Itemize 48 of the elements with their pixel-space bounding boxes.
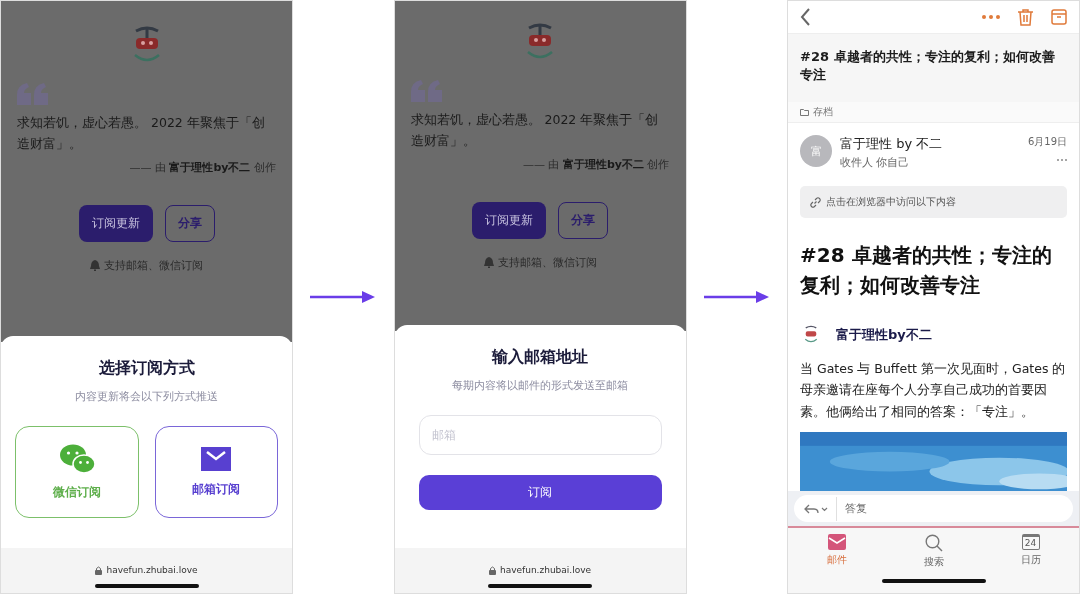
back-icon[interactable] bbox=[800, 8, 811, 26]
sender-name: 富于理性 by 不二 bbox=[840, 135, 944, 153]
quote-text: 求知若饥，虚心若愚。 2022 年聚焦于「创造财富」。 bbox=[410, 111, 660, 150]
bell-icon bbox=[483, 257, 494, 269]
quote-text: 求知若饥，虚心若愚。 2022 年聚焦于「创造财富」。 bbox=[17, 114, 266, 153]
browser-link[interactable]: 点击在浏览器中访问以下内容 bbox=[800, 186, 1067, 218]
calendar-tab[interactable]: 24 日历 bbox=[1010, 534, 1051, 569]
email-option[interactable]: 邮箱订阅 bbox=[154, 426, 278, 518]
sheet-title: 输入邮箱地址 bbox=[490, 347, 589, 368]
url-text[interactable]: havefun.zhubai.love bbox=[499, 565, 592, 575]
folder-icon bbox=[800, 108, 809, 116]
article-heading: #28 卓越者的共性；专注的复利；如何改善专注 bbox=[799, 242, 1053, 299]
search-icon bbox=[924, 534, 943, 552]
author-name: 富于理性by不二 bbox=[836, 326, 932, 344]
folder-label[interactable]: 存档 bbox=[813, 105, 833, 119]
envelope-icon bbox=[201, 446, 232, 471]
subscribe-button[interactable]: 订阅更新 bbox=[472, 202, 546, 240]
trash-icon[interactable] bbox=[1018, 8, 1033, 26]
link-icon bbox=[810, 196, 821, 208]
arrow-icon bbox=[310, 290, 377, 304]
reply-field[interactable]: 答复 bbox=[794, 495, 1073, 522]
email-date: 6月19日 bbox=[1027, 135, 1067, 149]
bell-icon bbox=[90, 260, 100, 272]
avatar: 富 bbox=[800, 135, 832, 167]
envelope-icon bbox=[827, 534, 846, 550]
lock-icon bbox=[488, 565, 496, 575]
subscribe-button[interactable]: 订阅 bbox=[418, 475, 662, 510]
chat-bubbles-icon bbox=[58, 443, 95, 474]
email-field[interactable]: 邮箱 bbox=[418, 415, 662, 455]
calendar-icon: 24 bbox=[1021, 534, 1040, 550]
quote-icon bbox=[17, 83, 49, 105]
archive-icon[interactable] bbox=[1051, 9, 1067, 25]
subscribe-button[interactable]: 订阅更新 bbox=[78, 205, 153, 243]
url-text[interactable]: havefun.zhubai.love bbox=[106, 565, 198, 575]
recipient-text: 收件人 你自己 bbox=[840, 155, 911, 170]
article-text: 当 Gates 与 Buffett 第一次见面时，Gates 的母亲邀请在座每个人分享自己成功的首要因素。他俩给出了相同的答案：「专注」。 bbox=[799, 360, 1067, 421]
support-note: 支持邮箱、微信订阅 bbox=[497, 255, 597, 271]
sheet-title: 选择订阅方式 bbox=[97, 358, 196, 379]
arrow-icon bbox=[703, 290, 770, 304]
support-note: 支持邮箱、微信订阅 bbox=[104, 258, 203, 274]
sheet-subtitle: 内容更新将会以下列方式推送 bbox=[74, 389, 219, 404]
email-subject: #28 卓越者的共性；专注的复利；如何改善专注 bbox=[788, 33, 1079, 102]
more-icon[interactable] bbox=[982, 15, 1000, 19]
sheet-subtitle: 每期内容将以邮件的形式发送至邮箱 bbox=[451, 378, 629, 393]
lock-icon bbox=[95, 565, 103, 575]
reply-icon[interactable] bbox=[804, 503, 828, 514]
quote-icon bbox=[410, 80, 443, 102]
search-tab[interactable]: 搜索 bbox=[913, 534, 954, 569]
